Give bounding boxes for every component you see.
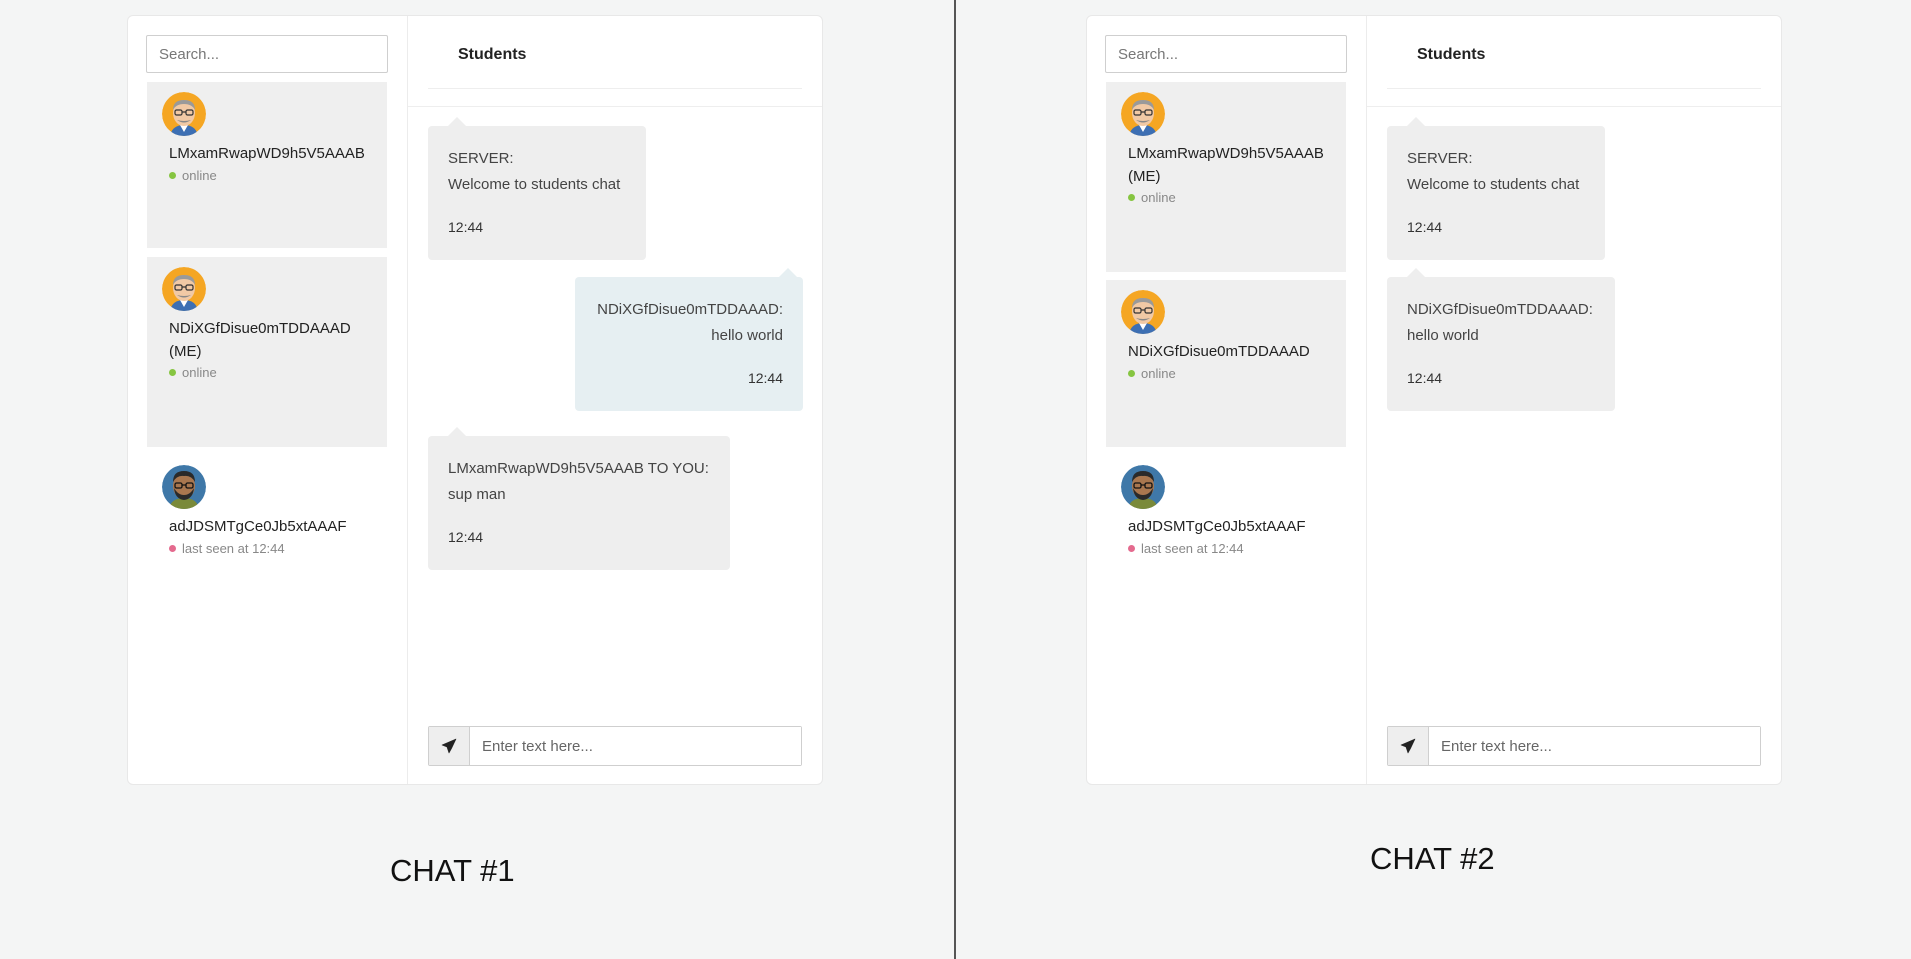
contacts-sidebar: LMxamRwapWD9h5V5AAAB online NDiXGfDisue0… [128,16,408,784]
avatar [162,267,206,311]
message-sender: LMxamRwapWD9h5V5AAAB TO YOU: [448,460,709,477]
send-button[interactable] [1388,727,1429,765]
contact-status: last seen at 12:44 [1128,541,1244,557]
search-input[interactable] [146,35,388,73]
online-dot-icon [1128,194,1135,201]
avatar [162,465,206,509]
contact-item[interactable]: adJDSMTgCe0Jb5xtAAAF last seen at 12:44 [1106,455,1346,575]
chat-window-2: LMxamRwapWD9h5V5AAAB (ME) online NDiXGfD… [1086,15,1782,785]
message-input[interactable] [1429,727,1760,765]
contact-item[interactable]: adJDSMTgCe0Jb5xtAAAF last seen at 12:44 [147,455,387,575]
bubble-tail [448,117,466,126]
header-divider [428,88,802,89]
message-composer [428,726,802,766]
offline-dot-icon [1128,545,1135,552]
message-time: 12:44 [448,529,484,545]
contact-status: online [1128,366,1176,382]
message-composer [1387,726,1761,766]
bearded-man-avatar-icon [162,465,206,509]
avatar [1121,290,1165,334]
contact-status: online [169,168,217,184]
avatar [162,92,206,136]
contact-item[interactable]: NDiXGfDisue0mTDDAAAD (ME) online [147,257,387,447]
bearded-man-avatar-icon [1121,465,1165,509]
contact-name: adJDSMTgCe0Jb5xtAAAF [1128,518,1306,535]
message-text: sup man [448,486,506,503]
message-text: Welcome to students chat [1407,176,1580,193]
send-button[interactable] [429,727,470,765]
message-input[interactable] [470,727,801,765]
avatar [1121,465,1165,509]
message-sender: SERVER: [448,150,514,167]
chat-main: Students SERVER: Welcome to students cha… [408,16,822,784]
paper-plane-icon [441,738,457,754]
message-text: Welcome to students chat [448,176,621,193]
bald-man-avatar-icon [1121,92,1165,136]
contact-item[interactable]: LMxamRwapWD9h5V5AAAB (ME) online [1106,82,1346,272]
offline-dot-icon [169,545,176,552]
contact-name: NDiXGfDisue0mTDDAAAD (ME) [169,320,351,360]
message-bubble: NDiXGfDisue0mTDDAAAD: hello world 12:44 [1387,268,1615,411]
message-bubble: SERVER: Welcome to students chat 12:44 [1387,117,1605,260]
message-sender: SERVER: [1407,150,1473,167]
screen-divider [954,0,956,959]
contact-item[interactable]: LMxamRwapWD9h5V5AAAB online [147,82,387,248]
contact-item[interactable]: NDiXGfDisue0mTDDAAAD online [1106,280,1346,447]
contact-name: LMxamRwapWD9h5V5AAAB [169,145,365,162]
message-bubble: SERVER: Welcome to students chat 12:44 [428,117,646,260]
bubble-tail [779,268,797,277]
search-input[interactable] [1105,35,1347,73]
chat-window-1: LMxamRwapWD9h5V5AAAB online NDiXGfDisue0… [127,15,823,785]
chat-title: Students [1417,46,1486,63]
chat-main: Students SERVER: Welcome to students cha… [1367,16,1781,784]
message-sender: NDiXGfDisue0mTDDAAAD: [1407,301,1593,318]
bald-man-avatar-icon [162,267,206,311]
online-dot-icon [169,369,176,376]
bald-man-avatar-icon [1121,290,1165,334]
chat-caption-1: CHAT #1 [390,853,515,888]
chat-caption-2: CHAT #2 [1370,841,1495,876]
bubble-tail [448,427,466,436]
avatar [1121,92,1165,136]
chat-header: Students [1367,16,1781,107]
chat-title: Students [458,46,527,63]
chat-header: Students [408,16,822,107]
contact-status: online [1128,190,1176,206]
contact-status: last seen at 12:44 [169,541,285,557]
message-bubble: LMxamRwapWD9h5V5AAAB TO YOU: sup man 12:… [428,427,730,570]
message-text: hello world [711,327,783,344]
contact-name: NDiXGfDisue0mTDDAAAD [1128,343,1310,360]
online-dot-icon [169,172,176,179]
message-sender: NDiXGfDisue0mTDDAAAD: [597,301,783,318]
contact-name: adJDSMTgCe0Jb5xtAAAF [169,518,347,535]
header-divider [1387,88,1761,89]
message-time: 12:44 [1407,370,1443,386]
online-dot-icon [1128,370,1135,377]
bubble-tail [1407,117,1425,126]
contact-name: LMxamRwapWD9h5V5AAAB (ME) [1128,145,1324,185]
contacts-sidebar: LMxamRwapWD9h5V5AAAB (ME) online NDiXGfD… [1087,16,1367,784]
message-time: 12:44 [1407,219,1443,235]
message-time: 12:44 [747,370,783,386]
message-time: 12:44 [448,219,484,235]
contact-status: online [169,365,217,381]
bubble-tail [1407,268,1425,277]
bald-man-avatar-icon [162,92,206,136]
message-bubble: NDiXGfDisue0mTDDAAAD: hello world 12:44 [575,268,803,411]
paper-plane-icon [1400,738,1416,754]
message-text: hello world [1407,327,1479,344]
